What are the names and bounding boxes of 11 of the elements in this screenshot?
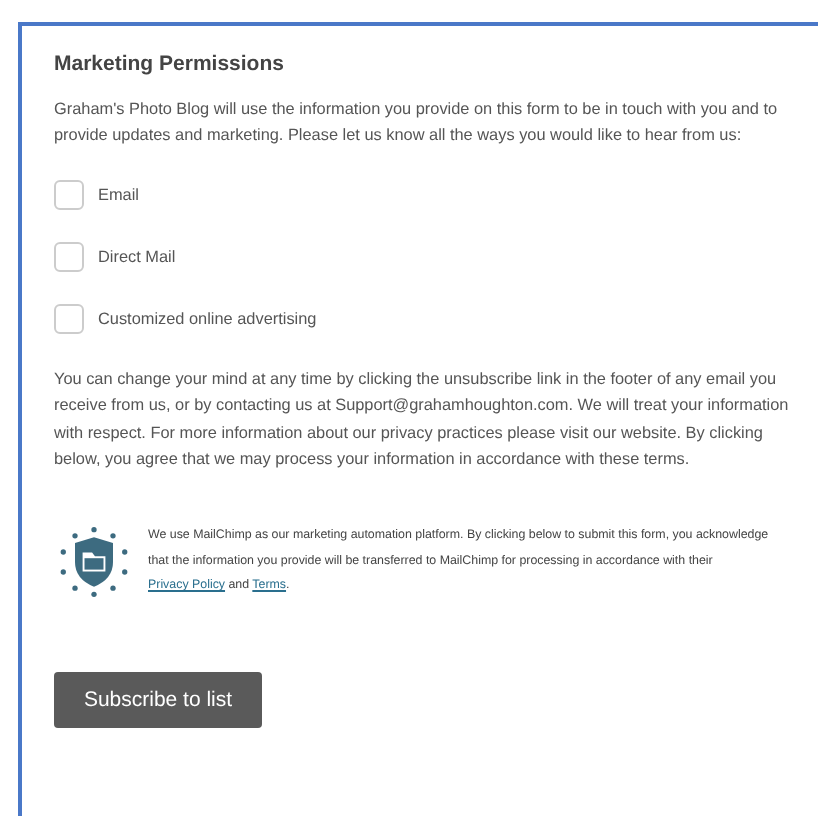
shield-icon bbox=[56, 524, 132, 601]
checkbox[interactable] bbox=[54, 304, 84, 334]
section-title: Marketing Permissions bbox=[54, 52, 286, 76]
checkbox[interactable] bbox=[54, 242, 84, 272]
checkbox-label: Direct Mail bbox=[98, 248, 176, 266]
checkbox[interactable] bbox=[54, 180, 84, 210]
intro-text: Graham's Photo Blog will use the information you provide on this form to be in touch with you and to provide updates and marketing. Please let us know all the ways you would like to hear from us: bbox=[54, 98, 780, 148]
subscribe-button[interactable]: Subscribe to list bbox=[54, 672, 262, 729]
checkbox-label: Email bbox=[98, 186, 139, 204]
checkbox-label: Customized online advertising bbox=[98, 310, 317, 328]
notice-text: You can change your mind at any time by clicking the unsubscribe link in the footer of any email you receive from us, or by contacting us at Support@grahamhoughton.com. We will treat your information with respect. For more information about our privacy practices please visit our website. By clicking below, you agree that we may process your information in accordance with these terms. bbox=[54, 368, 791, 472]
